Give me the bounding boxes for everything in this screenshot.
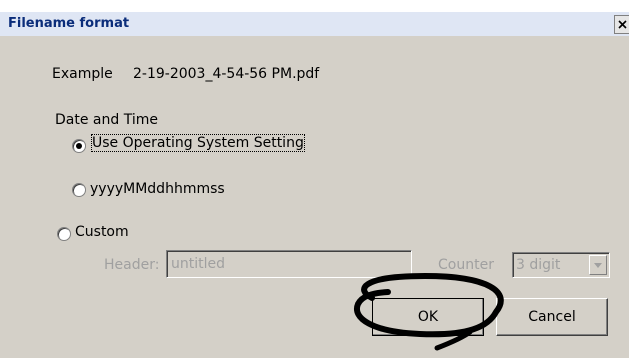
annotation-oval — [354, 272, 504, 351]
dialog-window: Filename format Example 2-19-2003_4-54-5… — [0, 0, 629, 358]
